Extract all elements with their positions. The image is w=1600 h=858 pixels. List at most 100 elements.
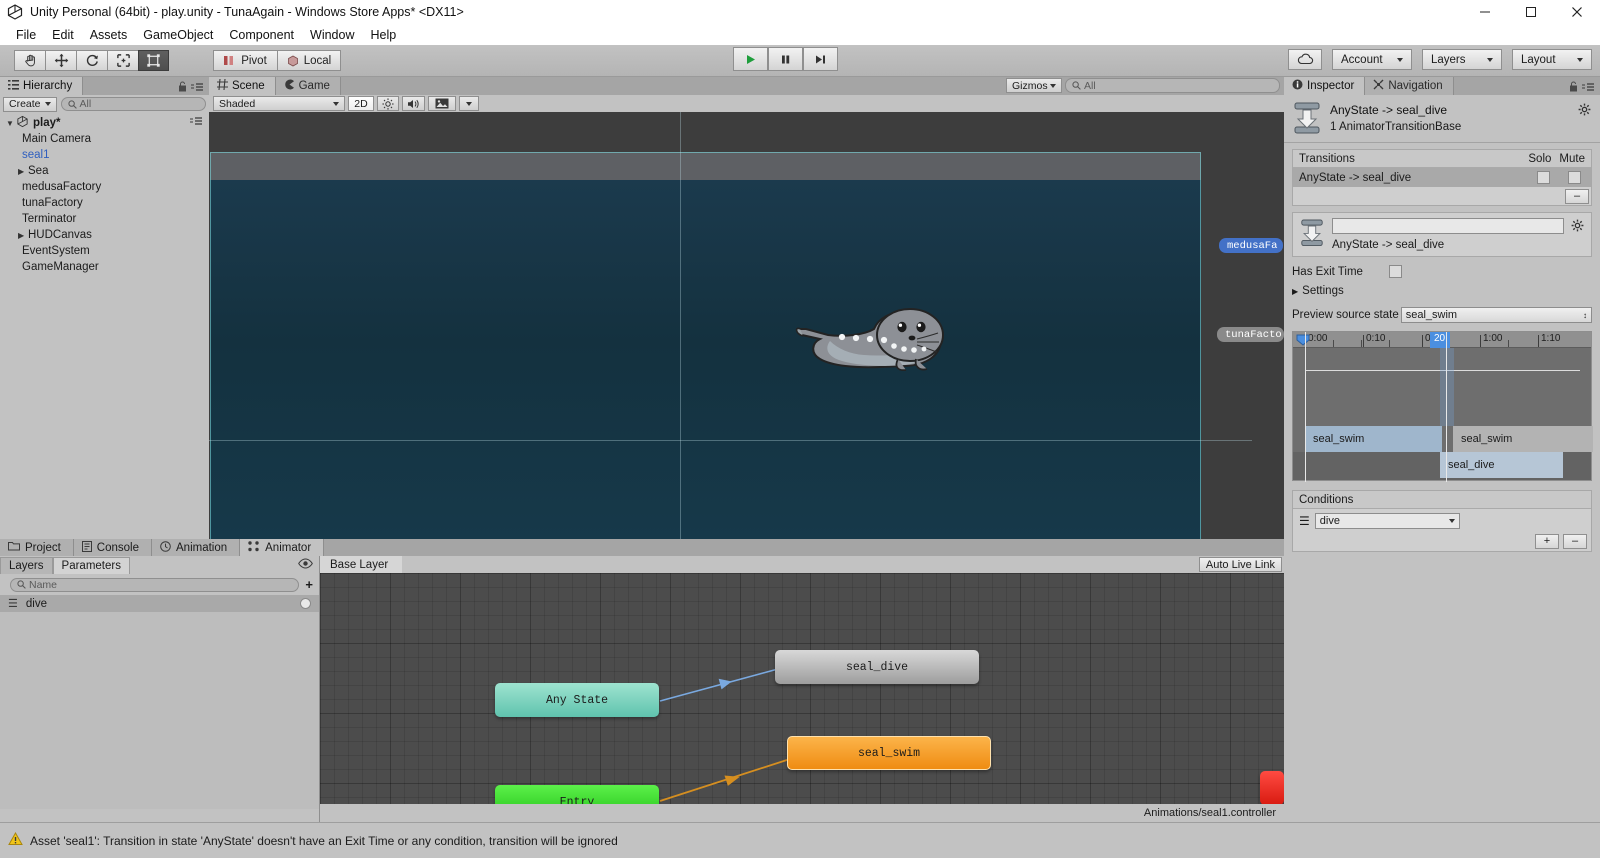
tab-game[interactable]: Game xyxy=(275,77,341,95)
gizmos-dropdown[interactable]: Gizmos xyxy=(1006,78,1062,93)
tab-console[interactable]: Console xyxy=(73,539,152,556)
scene-effects-dropdown[interactable] xyxy=(459,96,479,111)
hierarchy-item-medusafactory[interactable]: medusaFactory xyxy=(0,179,209,195)
graph-node-exit[interactable] xyxy=(1260,771,1284,804)
trigger-radio[interactable] xyxy=(300,598,311,609)
subtab-parameters[interactable]: Parameters xyxy=(52,556,130,574)
hierarchy-search-input[interactable]: All xyxy=(60,97,206,111)
scene-lighting-toggle[interactable] xyxy=(377,96,399,111)
tab-scene[interactable]: Scene xyxy=(209,77,276,95)
scene-viewport[interactable]: medusaFa tunaFacto xyxy=(209,112,1284,540)
lock-icon[interactable] xyxy=(178,81,187,95)
gear-icon[interactable] xyxy=(1571,219,1585,236)
hierarchy-item-gamemanager[interactable]: GameManager xyxy=(0,259,209,275)
tab-navigation[interactable]: Navigation xyxy=(1365,77,1454,95)
hierarchy-item-seal1[interactable]: seal1 xyxy=(0,147,209,163)
tab-project[interactable]: Project xyxy=(0,539,74,556)
pivot-toggle-button[interactable]: Pivot xyxy=(213,50,277,71)
timeline-ruler[interactable]: 0:00 0:10 0:20 1:00 1:10 20 xyxy=(1293,332,1591,348)
close-button[interactable] xyxy=(1554,0,1600,24)
add-condition-button[interactable]: + xyxy=(1535,533,1559,549)
seal-sprite[interactable] xyxy=(794,297,954,375)
scene-audio-toggle[interactable] xyxy=(402,96,425,111)
layers-dropdown[interactable]: Layers xyxy=(1422,49,1502,70)
transition-timeline[interactable]: 0:00 0:10 0:20 1:00 1:10 20 xyxy=(1292,331,1593,482)
menu-file[interactable]: File xyxy=(8,26,44,44)
tab-animator[interactable]: Animator xyxy=(240,539,325,556)
scene-search-input[interactable]: All xyxy=(1065,78,1280,93)
local-toggle-button[interactable]: Local xyxy=(277,50,341,71)
hierarchy-scene-root[interactable]: ▼ play* xyxy=(0,115,209,131)
lock-icon[interactable] xyxy=(1569,81,1578,95)
draw-mode-dropdown[interactable]: Shaded xyxy=(213,96,345,111)
menu-assets[interactable]: Assets xyxy=(82,26,136,44)
tab-hierarchy[interactable]: Hierarchy xyxy=(0,77,84,95)
hierarchy-item-sea[interactable]: ▶ Sea xyxy=(0,163,209,179)
timeline-clip-seal-swim-2[interactable]: seal_swim xyxy=(1453,426,1593,452)
scene-label-medusafactory[interactable]: medusaFa xyxy=(1219,238,1283,253)
hierarchy-item-main-camera[interactable]: Main Camera xyxy=(0,131,209,147)
parameter-search-input[interactable]: Name xyxy=(10,577,300,592)
condition-parameter-dropdown[interactable]: dive xyxy=(1314,513,1460,529)
menu-window[interactable]: Window xyxy=(302,26,362,44)
eye-icon[interactable] xyxy=(298,558,319,572)
tab-inspector[interactable]: Inspector xyxy=(1284,77,1366,95)
panel-menu-icon[interactable] xyxy=(191,81,204,95)
timeline-clip-seal-swim-1[interactable]: seal_swim xyxy=(1305,426,1442,452)
create-button[interactable]: Create xyxy=(3,96,57,112)
preview-source-dropdown[interactable]: seal_swim ↕ xyxy=(1400,307,1592,323)
graph-node-any-state[interactable]: Any State xyxy=(495,683,659,717)
solo-checkbox[interactable] xyxy=(1537,171,1550,184)
add-parameter-button[interactable]: + xyxy=(305,577,313,592)
remove-transition-button[interactable]: – xyxy=(1565,188,1589,204)
hierarchy-item-terminator[interactable]: Terminator xyxy=(0,211,209,227)
pause-button[interactable] xyxy=(768,47,803,71)
condition-handle-icon[interactable]: ☰ xyxy=(1299,514,1310,528)
rotate-tool-button[interactable] xyxy=(76,50,107,71)
move-tool-button[interactable] xyxy=(45,50,76,71)
subtab-layers[interactable]: Layers xyxy=(0,556,53,574)
scene-effects-toggle[interactable] xyxy=(428,96,456,111)
menu-component[interactable]: Component xyxy=(221,26,302,44)
hierarchy-item-eventsystem[interactable]: EventSystem xyxy=(0,243,209,259)
scale-tool-button[interactable] xyxy=(107,50,138,71)
play-button[interactable] xyxy=(733,47,768,71)
transition-row[interactable]: AnyState -> seal_dive xyxy=(1293,168,1591,187)
rect-transform-tool-button[interactable] xyxy=(138,50,169,71)
graph-node-seal-dive[interactable]: seal_dive xyxy=(775,650,979,684)
chevron-right-icon[interactable]: ▶ xyxy=(18,167,28,176)
panel-menu-icon[interactable] xyxy=(1582,81,1595,95)
status-bar[interactable]: Asset 'seal1': Transition in state 'AnyS… xyxy=(0,822,1600,858)
layout-dropdown[interactable]: Layout xyxy=(1512,49,1592,70)
hierarchy-item-tunafactory[interactable]: tunaFactory xyxy=(0,195,209,211)
mute-checkbox[interactable] xyxy=(1568,171,1581,184)
settings-foldout[interactable]: ▶ Settings xyxy=(1292,285,1592,297)
hand-tool-button[interactable] xyxy=(14,50,45,71)
graph-node-entry[interactable]: Entry xyxy=(495,785,659,804)
parameter-row-dive[interactable]: ☰ dive xyxy=(0,595,319,612)
menu-gameobject[interactable]: GameObject xyxy=(135,26,221,44)
graph-node-seal-swim[interactable]: seal_swim xyxy=(787,736,991,770)
maximize-button[interactable] xyxy=(1508,0,1554,24)
minimize-button[interactable] xyxy=(1462,0,1508,24)
breadcrumb-base-layer[interactable]: Base Layer xyxy=(320,556,403,573)
drag-handle-icon[interactable]: ☰ xyxy=(8,597,18,610)
timeline-clip-seal-dive[interactable]: seal_dive xyxy=(1440,452,1563,478)
has-exit-time-checkbox[interactable] xyxy=(1388,265,1402,278)
preview-start-handle-icon[interactable] xyxy=(1296,333,1310,349)
gear-icon[interactable] xyxy=(1578,103,1592,120)
panel-menu-icon[interactable] xyxy=(190,117,209,129)
step-button[interactable] xyxy=(803,47,838,71)
remove-condition-button[interactable]: – xyxy=(1563,533,1587,549)
hierarchy-item-hudcanvas[interactable]: ▶ HUDCanvas xyxy=(0,227,209,243)
chevron-down-icon[interactable]: ▼ xyxy=(6,119,16,128)
animator-state-graph[interactable]: Any State Entry seal_dive seal_swim xyxy=(320,573,1284,804)
menu-edit[interactable]: Edit xyxy=(44,26,82,44)
toggle-2d-button[interactable]: 2D xyxy=(348,96,374,111)
account-dropdown[interactable]: Account xyxy=(1332,49,1412,70)
auto-live-link-button[interactable]: Auto Live Link xyxy=(1198,557,1282,572)
timeline-current-playhead[interactable] xyxy=(1446,332,1447,482)
cloud-button[interactable] xyxy=(1288,49,1322,70)
scene-label-tunafactory[interactable]: tunaFacto xyxy=(1217,327,1284,342)
transition-name-input[interactable] xyxy=(1332,218,1564,234)
